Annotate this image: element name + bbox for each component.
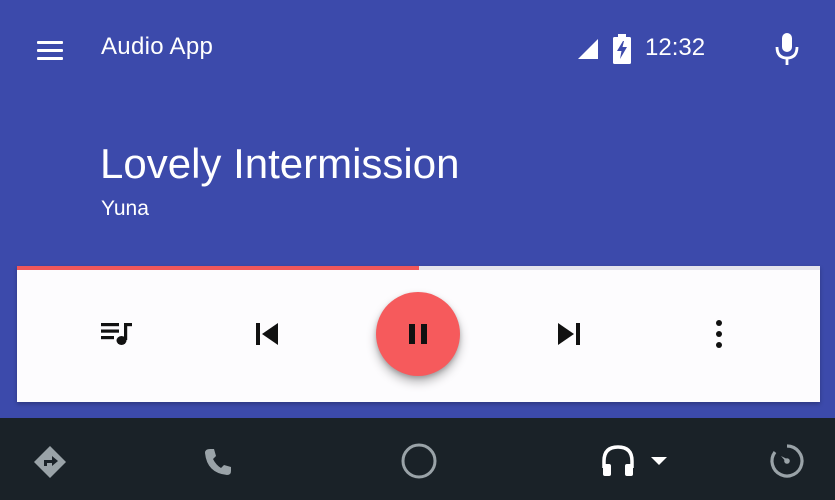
skip-previous-icon (256, 323, 278, 345)
progress-fill (17, 266, 419, 270)
audio-app: Audio App 12:32 Lovely Intermission Yuna (0, 0, 835, 418)
nav-phone[interactable] (198, 442, 238, 482)
track-artist: Yuna (101, 197, 149, 220)
mic-icon[interactable] (773, 31, 801, 67)
queue-button[interactable] (97, 316, 137, 352)
nav-media[interactable] (598, 440, 670, 482)
playback-controls-card (17, 266, 820, 402)
nav-overview[interactable] (766, 440, 808, 482)
next-button[interactable] (551, 316, 587, 352)
skip-next-icon (558, 323, 580, 345)
home-circle-icon (401, 443, 437, 479)
overview-icon (770, 444, 804, 478)
battery-charging-icon (613, 34, 631, 64)
bottom-navigation-bar (0, 418, 835, 500)
nav-home[interactable] (398, 440, 440, 482)
more-vert-icon (716, 320, 722, 348)
app-title: Audio App (101, 33, 214, 60)
phone-icon (205, 449, 231, 475)
navigation-icon (34, 446, 66, 478)
headphones-icon (602, 445, 634, 476)
pause-icon (409, 324, 427, 344)
menu-icon[interactable] (35, 38, 65, 62)
app-bar: Audio App 12:32 (0, 0, 835, 100)
more-options-button[interactable] (705, 316, 733, 352)
progress-bar[interactable] (17, 266, 820, 270)
clock: 12:32 (645, 34, 706, 61)
nav-navigation[interactable] (30, 442, 70, 482)
queue-music-icon (101, 323, 132, 345)
previous-button[interactable] (249, 316, 285, 352)
pause-button[interactable] (376, 292, 460, 376)
chevron-down-icon (651, 457, 667, 465)
track-title: Lovely Intermission (100, 140, 460, 187)
signal-icon (578, 39, 598, 59)
